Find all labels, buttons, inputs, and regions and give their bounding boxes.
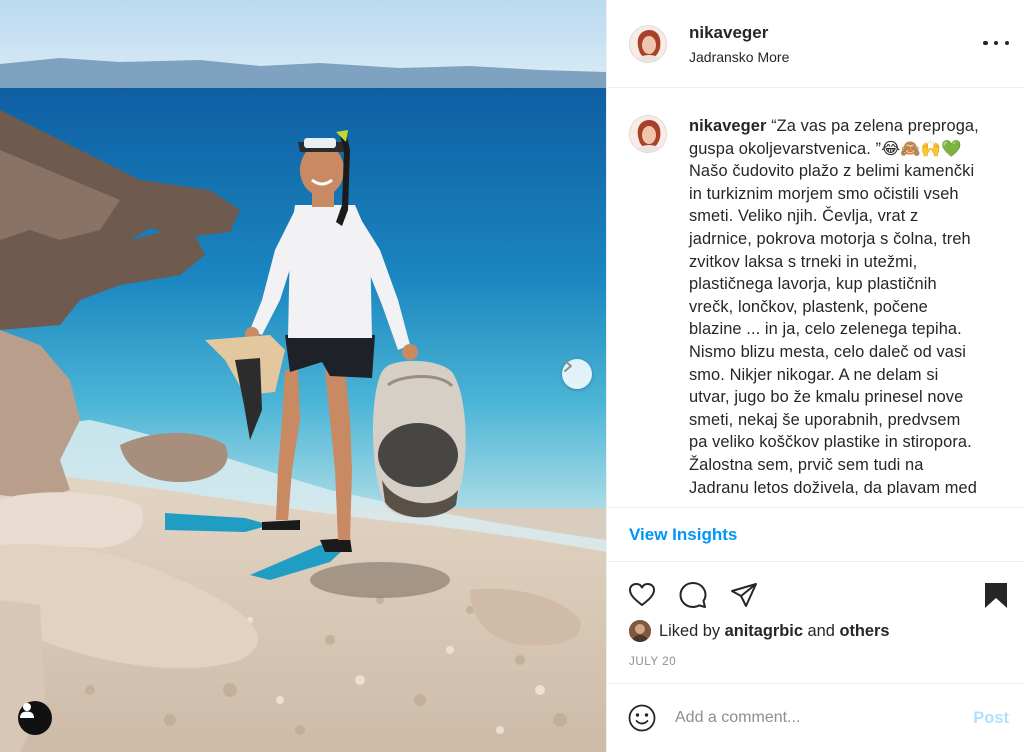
tagged-users-button[interactable] xyxy=(18,701,52,735)
caption-line: blazine ... in ja, celo zelenega tepiha. xyxy=(689,320,962,339)
bookmark-icon[interactable] xyxy=(981,580,1011,610)
caption-username[interactable]: nikaveger xyxy=(689,117,766,135)
caption-line: “Za vas pa zelena preproga, xyxy=(771,117,979,135)
avatar[interactable] xyxy=(629,24,667,63)
caption-text: nikaveger “Za vas pa zelena preproga, gu… xyxy=(689,115,979,499)
caption-line: Našo čudovito plažo z belimi kamenčki xyxy=(689,162,975,181)
caption-line: Žalostna sem, prvič sem tudi na xyxy=(689,455,924,474)
post-header: nikaveger Jadransko More xyxy=(607,0,1024,88)
caption-line: jadrnice, pokrova motorja s čolna, treh xyxy=(689,229,971,248)
caption-scroll-fade xyxy=(607,495,1024,507)
caption-line: plastičnega lavorja, kup plastičnih xyxy=(689,275,937,294)
post-actions: Liked by anitagrbic and others JULY 20 xyxy=(607,561,1024,683)
caption-line: smeti, nekaj še uporabnih, predvsem xyxy=(689,410,961,429)
liker-avatar[interactable] xyxy=(629,620,651,642)
caption-line: Nismo blizu mesta, celo daleč od vasi xyxy=(689,342,966,361)
caption-line: utvar, jugo bo že kmalu prinesel nove xyxy=(689,388,964,407)
more-options-icon[interactable] xyxy=(983,32,1009,54)
liked-by-prefix: Liked by xyxy=(659,621,721,640)
caption-line: pa veliko koščkov plastike in stiropora. xyxy=(689,433,972,452)
caption-line: vrečk, lončkov, plastenk, počene xyxy=(689,297,928,316)
post-date[interactable]: JULY 20 xyxy=(629,656,676,668)
caption-section: nikaveger “Za vas pa zelena preproga, gu… xyxy=(607,89,1024,507)
insights-row: View Insights xyxy=(607,507,1024,561)
liked-by-user[interactable]: anitagrbic xyxy=(725,622,803,641)
header-location[interactable]: Jadransko More xyxy=(689,49,789,65)
post-photo[interactable] xyxy=(0,0,606,752)
header-username[interactable]: nikaveger xyxy=(689,23,789,43)
liked-by-and: and xyxy=(807,621,835,640)
liked-by-others[interactable]: others xyxy=(839,622,889,641)
caption-line: guspa okoljevarstvenica. ”😂🙈🙌💚 xyxy=(689,139,962,158)
add-comment-bar: Post xyxy=(607,683,1024,752)
paper-plane-icon[interactable] xyxy=(729,580,759,610)
post-side-panel: nikaveger Jadransko More nikaveger “Za v… xyxy=(606,0,1024,752)
smiley-icon[interactable] xyxy=(627,703,657,733)
view-insights-link[interactable]: View Insights xyxy=(629,525,737,545)
post-comment-button[interactable]: Post xyxy=(973,709,1009,728)
caption-line: in turkiznim morjem smo očistili vseh xyxy=(689,184,959,203)
beach-photo-illustration xyxy=(0,0,606,752)
comment-input[interactable] xyxy=(675,709,945,727)
heart-icon[interactable] xyxy=(627,580,657,610)
comment-icon[interactable] xyxy=(678,580,708,610)
caption-line: smo. Nikjer nikogar. A ne delam si xyxy=(689,365,939,384)
caption-line: smeti. Veliko njih. Čevlja, vrat z xyxy=(689,207,919,226)
next-photo-button[interactable] xyxy=(562,359,592,389)
caption-line: zvitkov laksa s trneki in utežmi, xyxy=(689,252,918,271)
caption-avatar[interactable] xyxy=(629,115,667,153)
liked-by-row: Liked by anitagrbic and others xyxy=(629,620,890,642)
